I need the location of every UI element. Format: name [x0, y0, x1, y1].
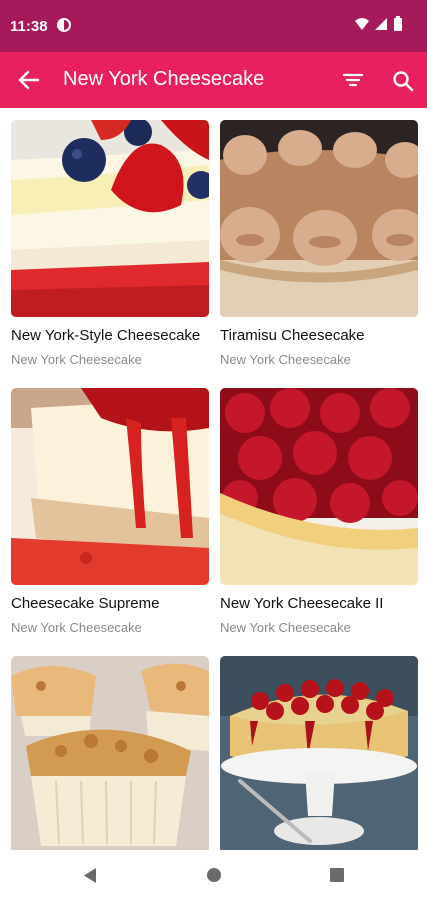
recipe-image: [220, 120, 418, 317]
recipe-category: New York Cheesecake: [11, 620, 142, 635]
status-time: 11:38: [10, 18, 48, 35]
status-bar: 11:38: [0, 0, 427, 52]
recipe-card[interactable]: Cheesecake Supreme New York Cheesecake: [11, 388, 209, 638]
recipe-category: New York Cheesecake: [11, 352, 142, 367]
recipe-image: [220, 388, 418, 585]
recipe-image: [11, 656, 209, 850]
recipe-title: Cheesecake Supreme: [11, 595, 160, 612]
nav-recents-icon[interactable]: [329, 867, 345, 883]
battery-icon: [394, 16, 402, 31]
recipe-image: [220, 656, 418, 850]
app-notification-icon: [57, 18, 71, 32]
recipe-title: Tiramisu Cheesecake: [220, 327, 365, 344]
recipe-card[interactable]: [220, 656, 418, 850]
nav-back-icon[interactable]: [82, 867, 98, 884]
recipe-title: New York-Style Cheesecake: [11, 327, 201, 344]
recipe-image: [11, 120, 209, 317]
recipe-title: New York Cheesecake II: [220, 595, 384, 612]
recipe-image: [11, 388, 209, 585]
nav-home-icon[interactable]: [206, 867, 222, 883]
back-arrow-icon[interactable]: [16, 68, 44, 92]
app-bar: New York Cheesecake: [0, 52, 427, 108]
wifi-icon: [355, 18, 369, 30]
recipe-category: New York Cheesecake: [220, 620, 351, 635]
signal-icon: [375, 18, 387, 30]
navigation-bar: [0, 850, 427, 900]
recipe-card[interactable]: New York-Style Cheesecake New York Chees…: [11, 120, 209, 370]
recipe-category: New York Cheesecake: [220, 352, 351, 367]
recipe-card[interactable]: [11, 656, 209, 850]
filter-icon[interactable]: [340, 68, 366, 92]
recipe-card[interactable]: New York Cheesecake II New York Cheeseca…: [220, 388, 418, 638]
recipe-card[interactable]: Tiramisu Cheesecake New York Cheesecake: [220, 120, 418, 370]
page-title: New York Cheesecake: [63, 68, 265, 90]
status-icons: [353, 15, 413, 38]
recipe-grid: New York-Style Cheesecake New York Chees…: [0, 108, 427, 850]
search-icon[interactable]: [390, 68, 416, 94]
